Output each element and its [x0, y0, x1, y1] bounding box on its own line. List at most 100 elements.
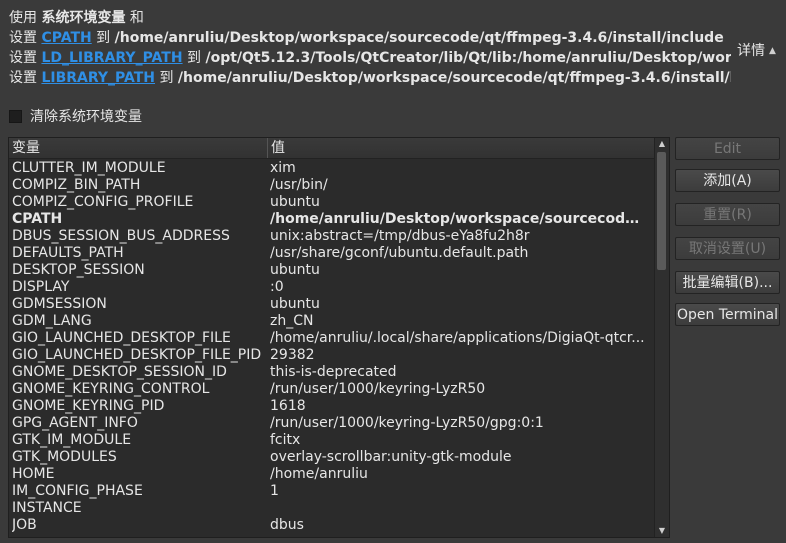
variable-value-cell: /usr/bin/	[270, 177, 328, 193]
batch-edit-button[interactable]: 批量编辑(B)...	[675, 271, 780, 294]
table-row[interactable]: GDM_LANG zh_CN	[9, 313, 654, 330]
variable-name-cell: JOB	[12, 517, 37, 533]
table-row[interactable]: DESKTOP_SESSION ubuntu	[9, 262, 654, 279]
variable-name-cell: DBUS_SESSION_BUS_ADDRESS	[12, 228, 230, 244]
ld-library-path-link[interactable]: LD_LIBRARY_PATH	[41, 50, 182, 66]
library-path-link[interactable]: LIBRARY_PATH	[41, 70, 155, 86]
table-row[interactable]: CLUTTER_IM_MODULE xim	[9, 160, 654, 177]
variable-name-cell: DEFAULTS_PATH	[12, 245, 124, 261]
summary-text: 设置	[9, 70, 37, 86]
variable-name-cell: GTK_IM_MODULE	[12, 432, 132, 448]
cpath-value: /home/anruliu/Desktop/workspace/sourceco…	[114, 30, 724, 46]
variable-name-cell: GIO_LAUNCHED_DESKTOP_FILE_PID	[12, 347, 262, 363]
table-row[interactable]: DEFAULTS_PATH/usr/share/gconf/ubuntu.def…	[9, 245, 654, 262]
variable-name-cell: GPG_AGENT_INFO	[12, 415, 138, 431]
variable-name-cell: INSTANCE	[12, 500, 82, 516]
edit-button[interactable]: Edit	[675, 137, 780, 160]
table-row[interactable]: INSTANCE	[9, 500, 654, 517]
cpath-link[interactable]: CPATH	[41, 30, 91, 46]
table-row[interactable]: GIO_LAUNCHED_DESKTOP_FILE/home/anruliu/.…	[9, 330, 654, 347]
summary-text: 和	[129, 10, 144, 26]
variable-name-cell: GNOME_KEYRING_PID	[12, 398, 165, 414]
variable-value-cell: unix:abstract=/tmp/dbus-eYa8fu2h8r	[270, 228, 530, 244]
clear-system-environment-checkbox[interactable]	[9, 109, 22, 123]
variable-value-cell: ubuntu	[270, 262, 320, 278]
table-row[interactable]: GNOME_DESKTOP_SESSION_ID this-is-deprecat…	[9, 364, 654, 381]
variable-value-cell: /home/anruliu/.local/share/applications/…	[270, 330, 645, 346]
summary-text: 使用	[9, 10, 37, 26]
variable-value-cell: /usr/share/gconf/ubuntu.default.path	[270, 245, 529, 261]
reset-button[interactable]: 重置(R)	[675, 203, 780, 226]
clear-system-environment-option[interactable]: 清除系统环境变量	[9, 107, 142, 125]
collapse-arrow-icon: ▲	[769, 46, 776, 56]
library-path-value: /home/anruliu/Desktop/workspace/sourceco…	[177, 70, 731, 86]
variable-value-cell: /home/anruliu/Desktop/workspace/sourceco…	[270, 211, 647, 227]
table-body: CLUTTER_IM_MODULE xim COMPIZ_BIN_PATH/usr/…	[9, 160, 654, 534]
clear-system-environment-label: 清除系统环境变量	[30, 109, 142, 125]
variable-value-cell: :0	[270, 279, 284, 295]
table-row[interactable]: COMPIZ_CONFIG_PROFILE ubuntu	[9, 194, 654, 211]
table-header: 变量 值	[9, 138, 654, 159]
table-row[interactable]: DISPLAY:0	[9, 279, 654, 296]
variable-value-cell: 29382	[270, 347, 315, 363]
variable-name-cell: GNOME_DESKTOP_SESSION_ID	[12, 364, 227, 380]
open-terminal-button[interactable]: Open Terminal	[675, 303, 780, 326]
table-row[interactable]: JOB dbus	[9, 517, 654, 534]
variable-value-cell: this-is-deprecated	[270, 364, 397, 380]
variable-value-cell: 1	[270, 483, 279, 499]
variable-name-cell: GDM_LANG	[12, 313, 92, 329]
table-row[interactable]: GPG_AGENT_INFO/run/user/1000/keyring-Lyz…	[9, 415, 654, 432]
details-label: 详情	[737, 43, 765, 59]
summary-line-3: 设置 LD_LIBRARY_PATH 到 /opt/Qt5.12.3/Tools…	[9, 48, 731, 68]
environment-summary: 使用 系统环境变量 和 设置 CPATH 到 /home/anruliu/Des…	[9, 8, 731, 88]
table-row[interactable]: IM_CONFIG_PHASE 1	[9, 483, 654, 500]
variable-value-cell: /home/anruliu	[270, 466, 368, 482]
summary-text: 设置	[9, 50, 37, 66]
variable-value-cell: xim	[270, 160, 296, 176]
table-row[interactable]: GNOME_KEYRING_CONTROL/run/user/1000/keyr…	[9, 381, 654, 398]
summary-text: 设置	[9, 30, 37, 46]
scroll-up-arrow-icon[interactable]: ▲	[655, 138, 669, 150]
variable-value-cell: dbus	[270, 517, 304, 533]
table-row[interactable]: HOME/home/anruliu	[9, 466, 654, 483]
variable-name-cell: CPATH	[12, 211, 63, 227]
table-row[interactable]: GIO_LAUNCHED_DESKTOP_FILE_PID 29382	[9, 347, 654, 364]
variable-name-cell: IM_CONFIG_PHASE	[12, 483, 143, 499]
add-button[interactable]: 添加(A)	[675, 169, 780, 192]
variable-name-cell: GTK_MODULES	[12, 449, 117, 465]
column-header-value[interactable]: 值	[268, 138, 651, 158]
variable-name-cell: DESKTOP_SESSION	[12, 262, 145, 278]
variable-value-cell: /run/user/1000/keyring-LyzR50/gpg:0:1	[270, 415, 544, 431]
scrollbar-thumb[interactable]	[657, 152, 666, 270]
variable-name-cell: HOME	[12, 466, 55, 482]
table-row[interactable]: GTK_IM_MODULE fcitx	[9, 432, 654, 449]
variable-value-cell: /run/user/1000/keyring-LyzR50	[270, 381, 486, 397]
summary-text: 到	[187, 50, 202, 66]
unset-button[interactable]: 取消设置(U)	[675, 237, 780, 260]
variable-value-cell: overlay-scrollbar:unity-gtk-module	[270, 449, 512, 465]
summary-line-2: 设置 CPATH 到 /home/anruliu/Desktop/workspa…	[9, 28, 731, 48]
ld-library-path-value: /opt/Qt5.12.3/Tools/QtCreator/lib/Qt/lib…	[205, 50, 731, 66]
variable-name-cell: GNOME_KEYRING_CONTROL	[12, 381, 210, 397]
table-row[interactable]: GTK_MODULES overlay-scrollbar:unity-gtk-m…	[9, 449, 654, 466]
variable-name-cell: GIO_LAUNCHED_DESKTOP_FILE	[12, 330, 231, 346]
details-toggle[interactable]: 详情 ▲	[737, 40, 776, 60]
table-row[interactable]: COMPIZ_BIN_PATH/usr/bin/	[9, 177, 654, 194]
summary-bold-text: 系统环境变量	[41, 10, 126, 26]
summary-text: 到	[96, 30, 111, 46]
variable-name-cell: CLUTTER_IM_MODULE	[12, 160, 166, 176]
column-header-variable[interactable]: 变量	[9, 138, 268, 158]
variable-value-cell: ubuntu	[270, 296, 320, 312]
table-row[interactable]: GDMSESSION ubuntu	[9, 296, 654, 313]
variable-name-cell: COMPIZ_CONFIG_PROFILE	[12, 194, 194, 210]
environment-variable-table[interactable]: 变量 值 CLUTTER_IM_MODULE xim COMPIZ_BIN_PATH…	[8, 137, 670, 538]
summary-line-4: 设置 LIBRARY_PATH 到 /home/anruliu/Desktop/…	[9, 68, 731, 88]
table-row[interactable]: GNOME_KEYRING_PID 1618	[9, 398, 654, 415]
variable-value-cell: ubuntu	[270, 194, 320, 210]
table-row[interactable]: CPATH/home/anruliu/Desktop/workspace/sou…	[9, 211, 654, 228]
vertical-scrollbar[interactable]: ▲ ▼	[654, 138, 669, 537]
table-row[interactable]: DBUS_SESSION_BUS_ADDRESS unix:abstract=/t…	[9, 228, 654, 245]
variable-name-cell: GDMSESSION	[12, 296, 107, 312]
scroll-down-arrow-icon[interactable]: ▼	[655, 525, 669, 537]
variable-value-cell: 1618	[270, 398, 306, 414]
